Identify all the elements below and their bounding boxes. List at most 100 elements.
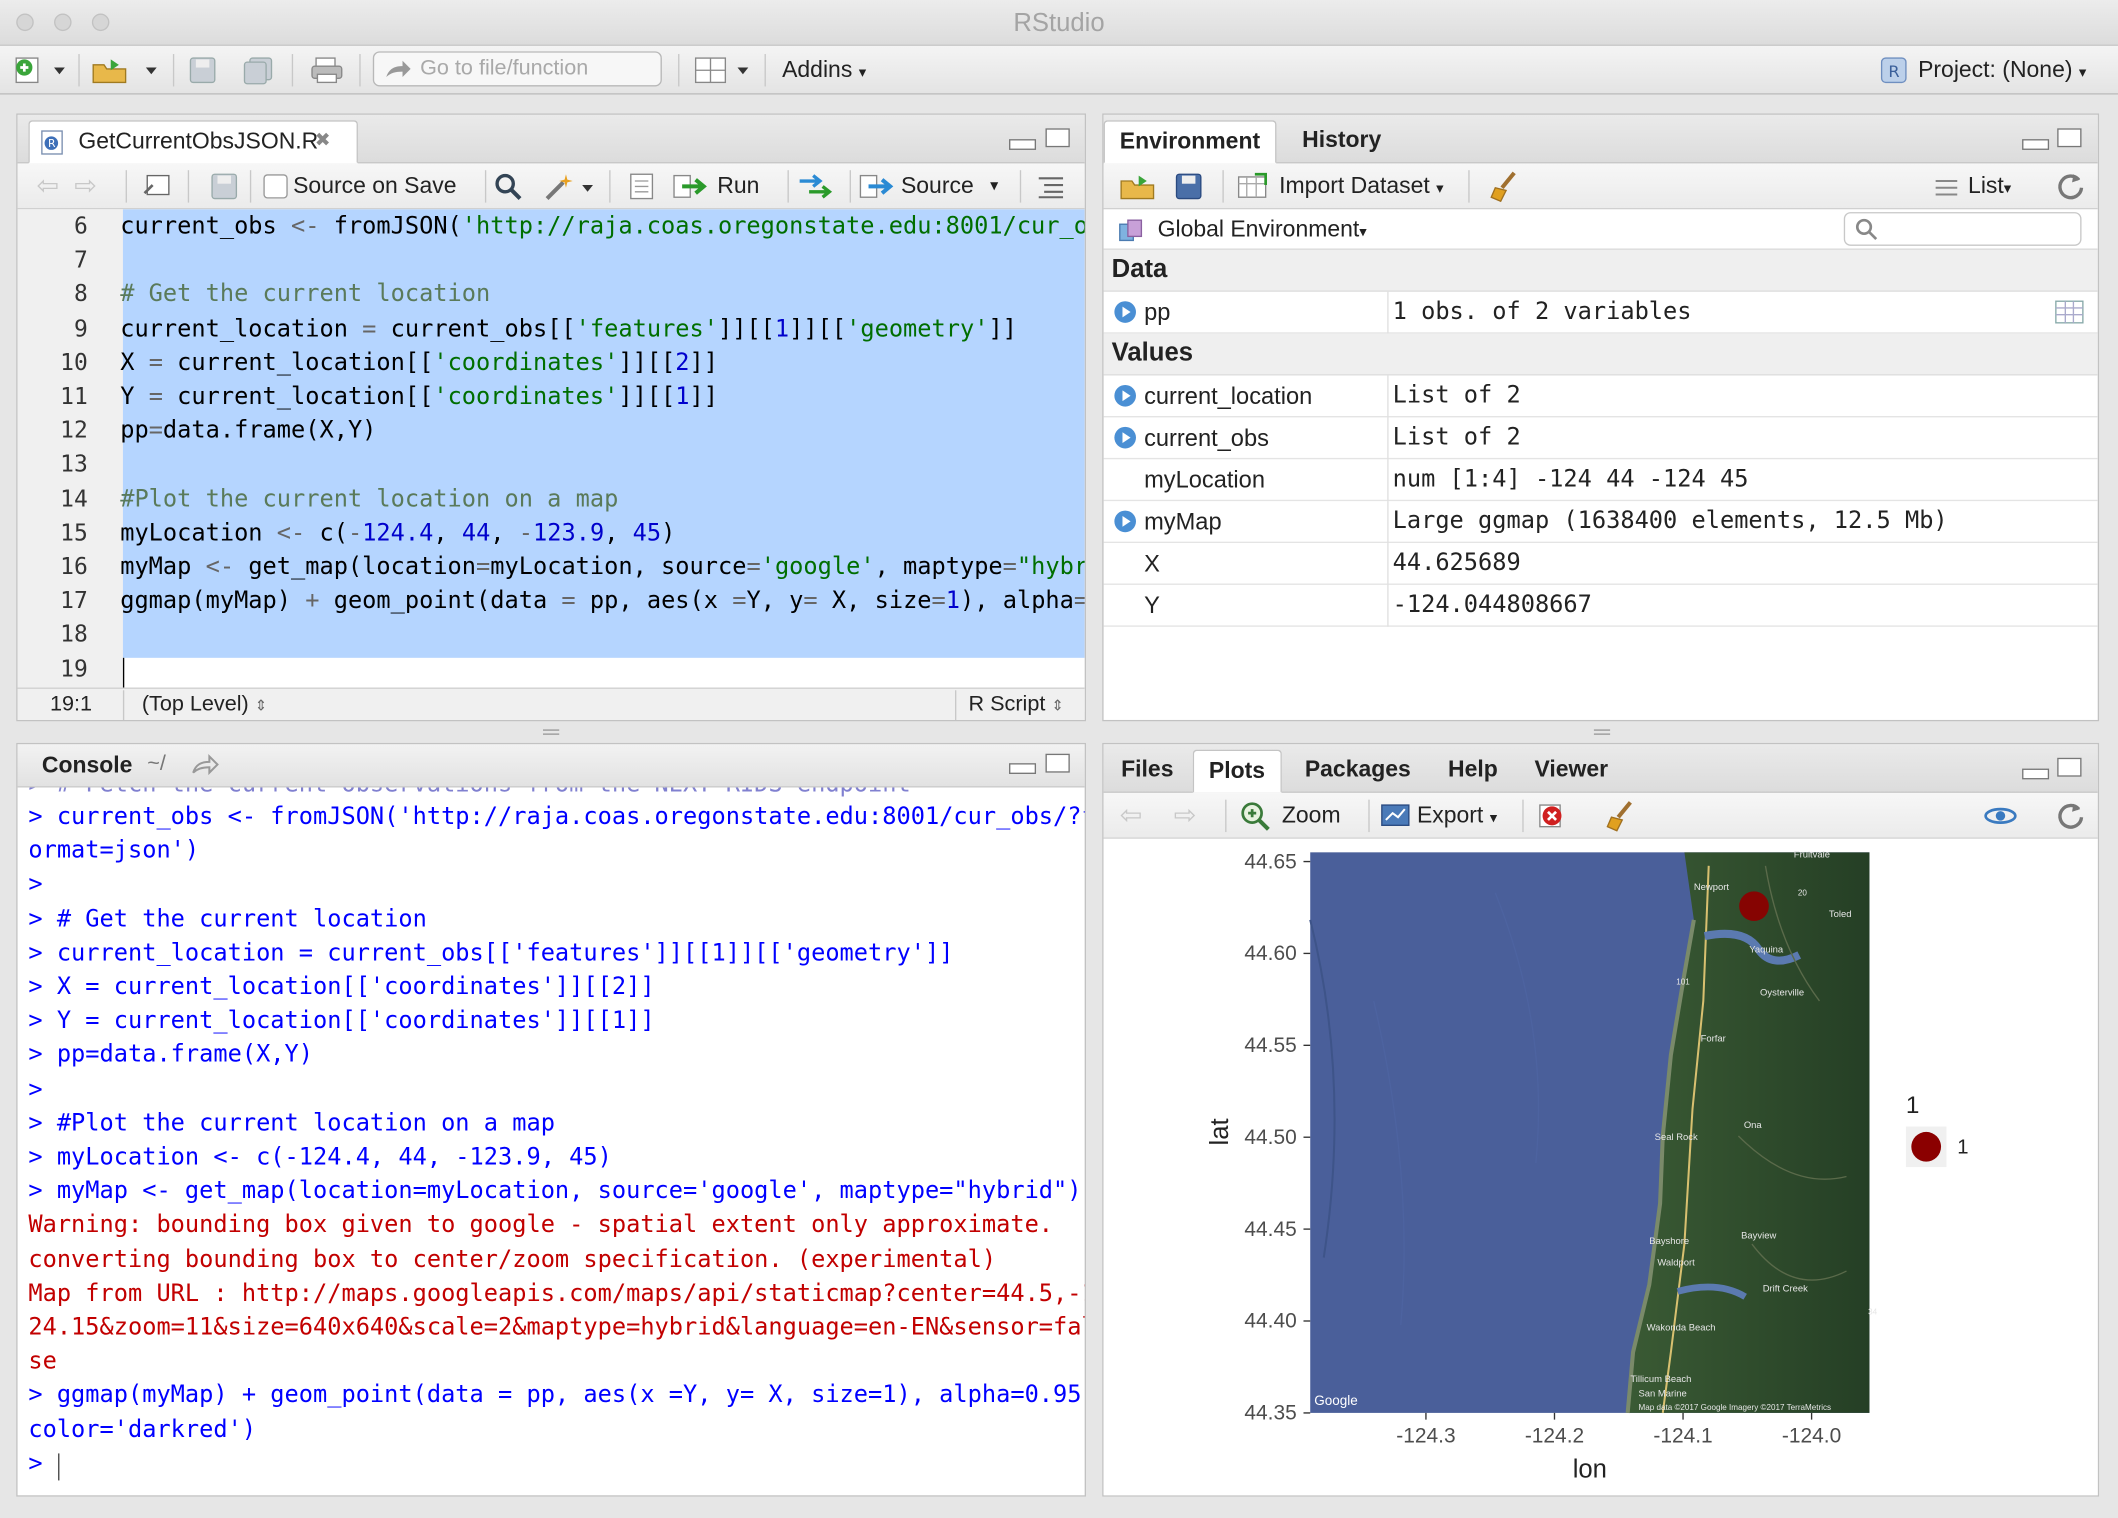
line-number: 18: [60, 621, 88, 649]
document-outline-icon[interactable]: [1036, 174, 1066, 199]
maximize-pane-button[interactable]: [1045, 128, 1070, 148]
source-arrow-icon[interactable]: [858, 172, 899, 202]
tab-help[interactable]: Help: [1433, 750, 1512, 793]
console-line: >: [28, 1450, 57, 1478]
find-replace-icon[interactable]: [493, 172, 525, 202]
clear-workspace-icon[interactable]: [1487, 169, 1522, 204]
list-view-icon: [1935, 179, 1958, 196]
console-line: > X = current_location[['coordinates']][…: [28, 973, 655, 1001]
env-var-value: Large ggmap (1638400 elements, 12.5 Mb): [1392, 507, 1948, 535]
env-row-pp[interactable]: pp 1 obs. of 2 variables: [1103, 291, 2098, 334]
publish-icon[interactable]: [1982, 801, 2020, 831]
view-data-icon[interactable]: [2055, 299, 2085, 326]
maximize-pane-button[interactable]: [2057, 128, 2082, 148]
compile-report-icon[interactable]: [625, 172, 657, 202]
export-menu[interactable]: Export ▾: [1417, 802, 1497, 829]
save-all-icon[interactable]: [240, 54, 278, 86]
import-dataset-icon[interactable]: [1236, 172, 1279, 202]
console-output[interactable]: > # Fetch the current observations from …: [18, 787, 1085, 1495]
zoom-icon[interactable]: [1239, 800, 1274, 832]
project-menu[interactable]: Project: (None) ▾: [1918, 57, 2086, 84]
code-tools-icon[interactable]: [542, 169, 596, 204]
window-title: RStudio: [1013, 9, 1105, 38]
horizontal-splitter-left[interactable]: [543, 729, 560, 735]
run-arrow-icon[interactable]: [671, 172, 714, 202]
horizontal-splitter-right[interactable]: [1593, 729, 1611, 735]
minimize-pane-button[interactable]: [2022, 139, 2050, 150]
tab-plots[interactable]: Plots: [1192, 749, 1282, 793]
close-tab-icon[interactable]: ✖: [315, 128, 331, 151]
rerun-icon[interactable]: [796, 172, 839, 202]
goto-file-function-input[interactable]: Go to file/function: [372, 51, 662, 87]
remove-plot-icon[interactable]: [1536, 800, 1568, 832]
environment-scope-bar: Global Environment▾: [1103, 209, 2098, 250]
tab-history[interactable]: History: [1287, 120, 1396, 163]
env-row-x[interactable]: X 44.625689: [1103, 543, 2098, 585]
tab-viewer[interactable]: Viewer: [1520, 750, 1623, 793]
code-line: # Get the current location: [120, 281, 491, 309]
save-icon[interactable]: [186, 54, 218, 86]
x-tick-label: -124.1: [1653, 1425, 1712, 1448]
code-editor[interactable]: 6 7 8 9 10 11 12 13 14 15 16 17 18 19 current_obs <- f…: [17, 209, 1085, 712]
show-in-window-icon[interactable]: [142, 172, 174, 202]
next-plot-icon[interactable]: ⇨: [1174, 798, 1197, 832]
export-icon[interactable]: [1379, 802, 1414, 829]
open-file-icon[interactable]: [89, 54, 162, 86]
env-row-mylocation[interactable]: myLocation num [1:4] -124 44 -124 45: [1103, 459, 2098, 502]
env-row-current-location[interactable]: current_location List of 2: [1103, 375, 2098, 418]
back-icon[interactable]: ⇦: [36, 169, 59, 203]
expand-icon[interactable]: [1114, 510, 1136, 533]
tab-files[interactable]: Files: [1106, 750, 1188, 793]
zoom-button[interactable]: Zoom: [1282, 802, 1341, 829]
maximize-pane-button[interactable]: [2057, 757, 2082, 777]
console-working-dir[interactable]: ~/: [147, 752, 166, 776]
code-line: Y = current_location[['coordinates']][[1…: [120, 383, 719, 411]
new-file-icon[interactable]: [11, 54, 70, 86]
console-line: Map from URL : http://maps.googleapis.co…: [28, 1280, 1085, 1308]
console-line: > myLocation <- c(-124.4, 44, -123.9, 45…: [28, 1144, 612, 1172]
refresh-plot-icon[interactable]: [2052, 798, 2087, 833]
minimize-pane-button[interactable]: [1009, 763, 1037, 774]
env-row-y[interactable]: Y -124.044808667: [1103, 584, 2098, 627]
run-button[interactable]: Run: [717, 173, 759, 200]
source-on-save-label: Source on Save: [293, 172, 457, 199]
svg-text:R: R: [1888, 62, 1899, 81]
env-row-mymap[interactable]: myMap Large ggmap (1638400 elements, 12.5…: [1103, 501, 2098, 544]
editor-save-icon[interactable]: [209, 172, 239, 202]
tab-packages[interactable]: Packages: [1290, 750, 1426, 793]
source-on-save-checkbox[interactable]: [263, 174, 288, 199]
global-environment-menu[interactable]: Global Environment▾: [1158, 216, 1367, 243]
view-mode-menu[interactable]: List▾: [1968, 173, 2011, 200]
environment-search-input[interactable]: [1843, 212, 2082, 246]
console-line: > #Plot the current location on a map: [28, 1110, 555, 1138]
env-section-header: Data: [1103, 249, 2098, 292]
refresh-icon[interactable]: [2052, 169, 2087, 204]
previous-plot-icon[interactable]: ⇦: [1120, 798, 1143, 832]
import-dataset-button[interactable]: Import Dataset ▾: [1279, 173, 1443, 200]
save-workspace-icon[interactable]: [1174, 172, 1204, 202]
source-button[interactable]: Source: [901, 173, 974, 200]
expand-icon[interactable]: [1114, 301, 1136, 323]
minimize-pane-button[interactable]: [2022, 768, 2050, 780]
maximize-pane-button[interactable]: [1045, 753, 1070, 773]
pane-layout-icon[interactable]: [692, 54, 754, 86]
tab-getcurrentobsjson[interactable]: GetCurrentObsJSON.R: [28, 120, 358, 164]
go-to-directory-icon[interactable]: [190, 752, 220, 776]
load-workspace-icon[interactable]: [1117, 170, 1160, 202]
env-row-current-obs[interactable]: current_obs List of 2: [1103, 417, 2098, 460]
console-line: > ggmap(myMap) + geom_point(data = pp, a…: [28, 1382, 1085, 1410]
addins-menu[interactable]: Addins ▾: [782, 57, 866, 84]
scope-selector[interactable]: (Top Level) ⇕: [142, 693, 267, 717]
print-icon[interactable]: [308, 54, 346, 86]
forward-icon[interactable]: ⇨: [74, 169, 97, 203]
line-number: 6: [73, 213, 88, 241]
expand-icon[interactable]: [1114, 426, 1136, 449]
line-number: 12: [60, 417, 88, 445]
clear-all-plots-icon[interactable]: [1603, 798, 1638, 833]
source-dropdown-icon[interactable]: ▾: [990, 176, 998, 195]
tab-environment[interactable]: Environment: [1103, 120, 1277, 164]
minimize-pane-button[interactable]: [1009, 139, 1037, 150]
y-axis-label: lat: [1206, 1118, 1234, 1145]
expand-icon[interactable]: [1114, 384, 1136, 407]
file-type-selector[interactable]: R Script ⇕: [968, 693, 1063, 717]
